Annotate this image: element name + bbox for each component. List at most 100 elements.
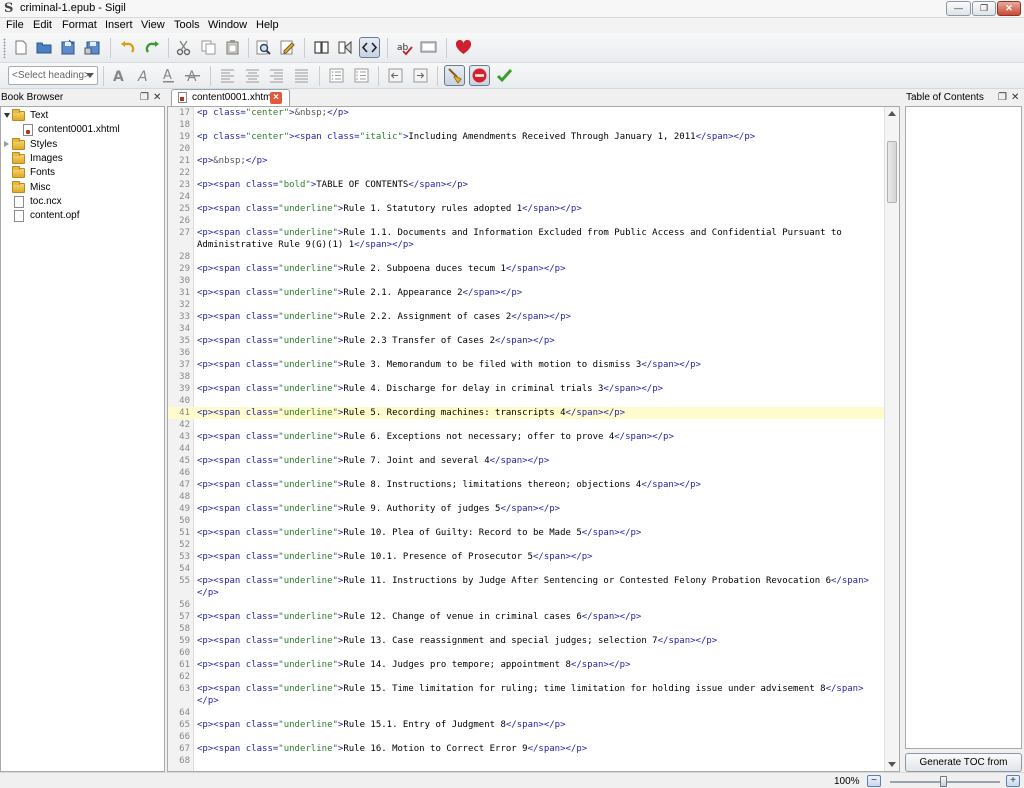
minimize-button[interactable]: — — [946, 1, 971, 16]
zoom-slider-thumb[interactable] — [940, 776, 947, 787]
copy-button[interactable] — [198, 37, 219, 58]
strikethrough-button[interactable]: A — [182, 65, 203, 86]
code-line[interactable]: 23 <p><span class="bold">TABLE OF CONTENT… — [168, 179, 884, 191]
tree-item-images[interactable]: Images — [1, 152, 164, 166]
code-line[interactable]: 31 <p><span class="underline">Rule 2.1. A… — [168, 287, 884, 299]
new-file-button[interactable] — [10, 37, 31, 58]
generate-toc-button[interactable]: Generate TOC from headings — [905, 753, 1022, 785]
bullet-list-button[interactable] — [326, 65, 347, 86]
spellcheck-button[interactable]: ab — [394, 37, 415, 58]
code-line[interactable]: 59 <p><span class="underline">Rule 13. Ca… — [168, 635, 884, 647]
expand-arrow-icon[interactable] — [4, 113, 10, 118]
menu-help[interactable]: Help — [256, 19, 279, 31]
menu-window[interactable]: Window — [208, 19, 247, 31]
code-line[interactable]: 30 — [168, 275, 884, 287]
maximize-button[interactable]: ❐ — [972, 1, 996, 16]
cut-button[interactable] — [173, 37, 194, 58]
undock-icon[interactable]: ❐ — [140, 92, 149, 103]
code-line[interactable]: 49 <p><span class="underline">Rule 9. Aut… — [168, 503, 884, 515]
code-line[interactable]: 18 — [168, 119, 884, 131]
align-left-button[interactable] — [217, 65, 238, 86]
book-view-button[interactable] — [311, 37, 332, 58]
code-line[interactable]: 26 — [168, 215, 884, 227]
code-line[interactable]: 45 <p><span class="underline">Rule 7. Joi… — [168, 455, 884, 467]
code-line[interactable]: 27 <p><span class="underline">Rule 1.1. D… — [168, 227, 884, 251]
tree-item-styles[interactable]: Styles — [1, 138, 164, 152]
code-line[interactable]: 24 — [168, 191, 884, 203]
scrollbar-thumb[interactable] — [887, 141, 897, 203]
close-window-button[interactable]: ✕ — [997, 1, 1021, 16]
underline-button[interactable]: A — [158, 65, 179, 86]
italic-button[interactable]: A — [133, 65, 154, 86]
menu-insert[interactable]: Insert — [105, 19, 133, 31]
align-center-button[interactable] — [242, 65, 263, 86]
validate-epub-button[interactable] — [418, 37, 439, 58]
toolbar-grip[interactable] — [3, 38, 6, 58]
increase-indent-button[interactable] — [410, 65, 431, 86]
stop-button[interactable] — [469, 65, 490, 86]
menu-format[interactable]: Format — [62, 19, 97, 31]
code-line-current[interactable]: 41 <p><span class="underline">Rule 5. Rec… — [168, 407, 884, 419]
scroll-down-arrow-icon[interactable] — [888, 762, 896, 767]
bold-button[interactable]: A — [108, 65, 129, 86]
tree-item-text[interactable]: Text — [1, 109, 164, 123]
code-line[interactable]: 32 — [168, 299, 884, 311]
code-line[interactable]: 36 — [168, 347, 884, 359]
code-line[interactable]: 40 — [168, 395, 884, 407]
close-icon[interactable]: ✕ — [153, 92, 161, 103]
tree-item-misc[interactable]: Misc — [1, 181, 164, 195]
code-line[interactable]: 53 <p><span class="underline">Rule 10.1. … — [168, 551, 884, 563]
find-replace-button[interactable] — [253, 37, 274, 58]
close-tab-icon[interactable]: × — [270, 92, 282, 104]
zoom-out-button[interactable]: − — [867, 775, 881, 787]
heading-select[interactable]: <Select heading> — [8, 66, 98, 85]
menu-tools[interactable]: Tools — [174, 19, 200, 31]
code-line[interactable]: 64 — [168, 707, 884, 719]
code-line[interactable]: 39 <p><span class="underline">Rule 4. Dis… — [168, 383, 884, 395]
code-editor[interactable]: 17 <p class="center">&nbsp;</p> 18 19 <p cla… — [167, 106, 900, 772]
code-line[interactable]: 66 — [168, 731, 884, 743]
redo-button[interactable] — [142, 37, 163, 58]
split-view-button[interactable] — [335, 37, 356, 58]
code-line[interactable]: 47 <p><span class="underline">Rule 8. Ins… — [168, 479, 884, 491]
open-file-button[interactable] — [34, 37, 55, 58]
code-line[interactable]: 19 <p class="center"><span class="italic"… — [168, 131, 884, 143]
paste-button[interactable] — [222, 37, 243, 58]
tree-item-content-opf[interactable]: content.opf — [1, 209, 164, 223]
save-button[interactable] — [58, 37, 79, 58]
validate-button[interactable] — [494, 65, 515, 86]
code-line[interactable]: 55 <p><span class="underline">Rule 11. In… — [168, 575, 884, 599]
code-line[interactable]: 28 — [168, 251, 884, 263]
code-line[interactable]: 46 — [168, 467, 884, 479]
code-line[interactable]: 34 — [168, 323, 884, 335]
menu-file[interactable]: File — [6, 19, 24, 31]
save-as-button[interactable] — [82, 37, 103, 58]
code-line[interactable]: 56 — [168, 599, 884, 611]
scroll-up-arrow-icon[interactable] — [888, 111, 896, 116]
decrease-indent-button[interactable] — [385, 65, 406, 86]
donate-button[interactable] — [453, 37, 474, 58]
code-view-button[interactable] — [359, 37, 380, 58]
code-line[interactable]: 22 — [168, 167, 884, 179]
code-line[interactable]: 17 <p class="center">&nbsp;</p> — [168, 107, 884, 119]
code-line[interactable]: 63 <p><span class="underline">Rule 15. Ti… — [168, 683, 884, 707]
code-line[interactable]: 58 — [168, 623, 884, 635]
code-line[interactable]: 60 — [168, 647, 884, 659]
vertical-scrollbar[interactable] — [884, 107, 899, 771]
code-line[interactable]: 54 — [168, 563, 884, 575]
code-line[interactable]: 57 <p><span class="underline">Rule 12. Ch… — [168, 611, 884, 623]
undo-button[interactable] — [117, 37, 138, 58]
code-line[interactable]: 48 — [168, 491, 884, 503]
code-line[interactable]: 61 <p><span class="underline">Rule 14. Ju… — [168, 659, 884, 671]
code-line[interactable]: 62 — [168, 671, 884, 683]
code-line[interactable]: 42 — [168, 419, 884, 431]
code-line[interactable]: 29 <p><span class="underline">Rule 2. Sub… — [168, 263, 884, 275]
code-line[interactable]: 67 <p><span class="underline">Rule 16. Mo… — [168, 743, 884, 755]
code-line[interactable]: 44 — [168, 443, 884, 455]
code-line[interactable]: 65 <p><span class="underline">Rule 15.1. … — [168, 719, 884, 731]
align-right-button[interactable] — [266, 65, 287, 86]
meta-editor-button[interactable] — [277, 37, 298, 58]
close-icon[interactable]: ✕ — [1011, 92, 1019, 103]
code-line[interactable]: 38 — [168, 371, 884, 383]
tree-item-toc-ncx[interactable]: toc.ncx — [1, 195, 164, 209]
